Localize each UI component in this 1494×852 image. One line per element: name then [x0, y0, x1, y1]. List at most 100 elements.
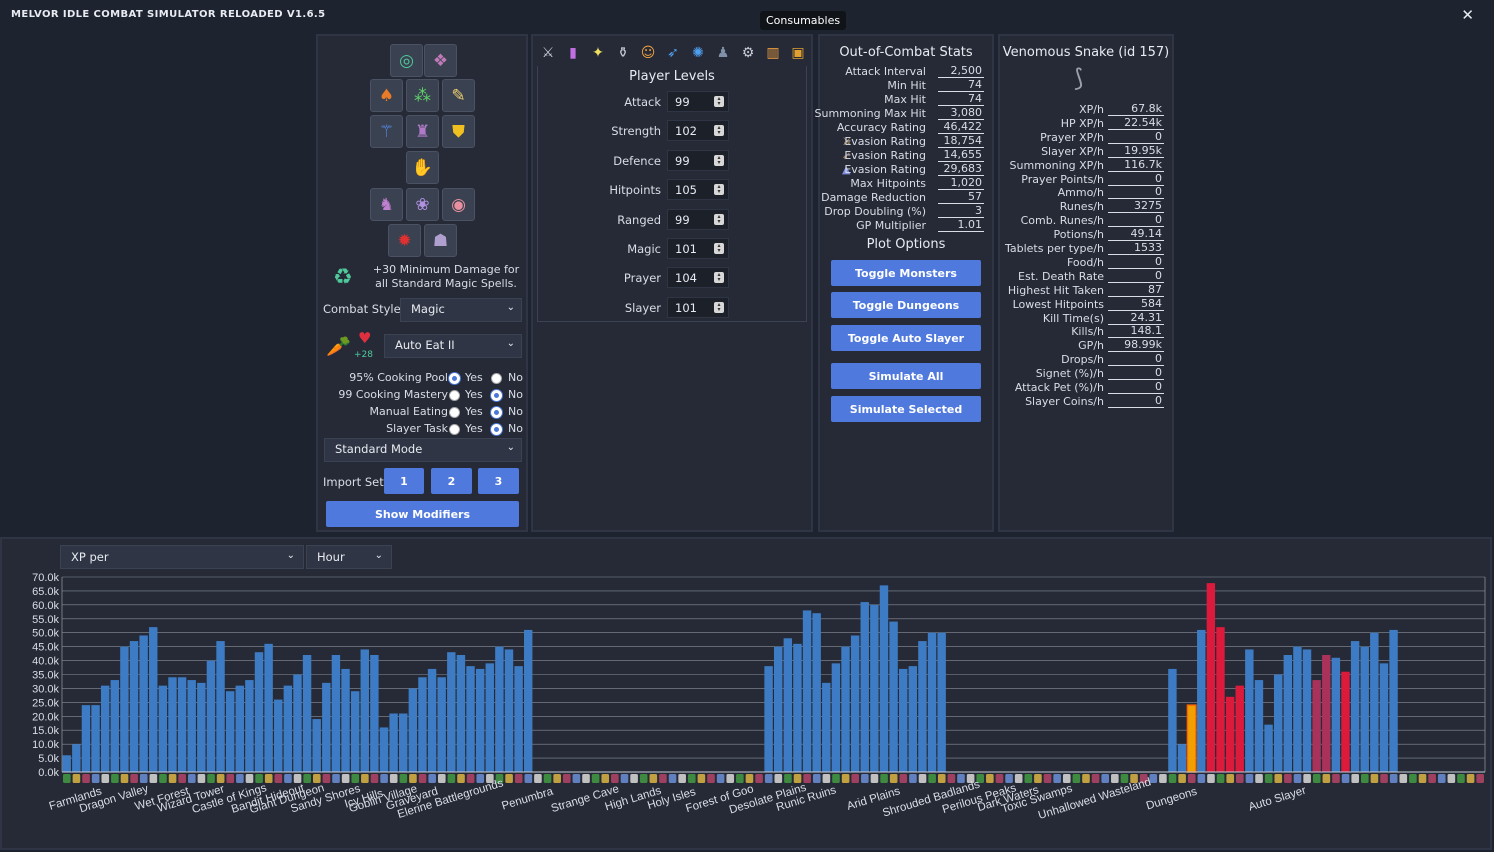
amulet-icon[interactable]: ⁂: [406, 79, 439, 112]
bar[interactable]: [331, 655, 341, 772]
bar[interactable]: [514, 666, 523, 772]
bar[interactable]: [524, 629, 533, 772]
bar[interactable]: [322, 682, 331, 772]
bar[interactable]: [466, 666, 475, 772]
bar[interactable]: [831, 663, 841, 772]
combat-swords-icon[interactable]: ⚔: [537, 42, 559, 64]
bar[interactable]: [764, 666, 773, 772]
bar[interactable]: [1389, 629, 1398, 772]
pet-cat-icon[interactable]: ☺: [637, 42, 659, 64]
bar[interactable]: [379, 727, 389, 772]
bar[interactable]: [437, 677, 446, 772]
bar[interactable]: [149, 627, 158, 772]
radio-yes[interactable]: [449, 407, 460, 418]
radio-no[interactable]: [491, 390, 502, 401]
cape-icon[interactable]: ♠: [370, 79, 403, 112]
bar[interactable]: [1283, 655, 1293, 772]
hat-icon[interactable]: ♟: [712, 42, 734, 64]
body-armour-icon[interactable]: ♜: [406, 115, 439, 148]
bar[interactable]: [129, 641, 139, 772]
statistics-chart-icon[interactable]: ▥: [762, 42, 784, 64]
game-mode-select[interactable]: Standard Mode ⌄: [324, 438, 522, 462]
skill-level-input[interactable]: 99 ▴ ▾: [667, 208, 729, 230]
bar[interactable]: [812, 613, 821, 772]
bar[interactable]: [81, 705, 91, 772]
bar[interactable]: [908, 666, 918, 772]
radio-yes[interactable]: [449, 373, 460, 384]
shield-icon[interactable]: ⛊: [442, 115, 475, 148]
simulate-all-button[interactable]: Simulate All: [831, 363, 981, 389]
bar[interactable]: [1379, 663, 1389, 772]
bar[interactable]: [841, 646, 850, 772]
legs-icon[interactable]: ♞: [370, 188, 403, 221]
bar[interactable]: [793, 643, 802, 772]
skill-level-input[interactable]: 101 ▴ ▾: [667, 238, 729, 259]
bar[interactable]: [341, 668, 350, 772]
import-set-3-button[interactable]: 3: [478, 468, 519, 494]
spinner-icon[interactable]: ▴ ▾: [714, 272, 724, 284]
summon-familiar-2-icon[interactable]: ☗: [424, 224, 457, 257]
skill-level-input[interactable]: 105 ▴ ▾: [667, 179, 729, 201]
agility-icon[interactable]: ➶: [662, 42, 684, 64]
bar[interactable]: [822, 682, 831, 772]
bar[interactable]: [1350, 641, 1360, 772]
bar[interactable]: [774, 646, 783, 772]
skill-level-input[interactable]: 104 ▴ ▾: [667, 267, 729, 289]
skill-level-input[interactable]: 99 ▴ ▾: [667, 91, 729, 112]
bar[interactable]: [802, 610, 812, 772]
bar[interactable]: [427, 668, 437, 772]
bar[interactable]: [158, 685, 168, 772]
scroll-icon[interactable]: ✎: [442, 79, 475, 112]
toggle-auto-slayer-button[interactable]: Toggle Auto Slayer: [831, 325, 981, 351]
bar[interactable]: [1331, 657, 1341, 772]
bar[interactable]: [177, 677, 187, 772]
bar[interactable]: [1197, 629, 1206, 772]
skill-level-input[interactable]: 101 ▴ ▾: [667, 296, 729, 318]
toggle-dungeons-button[interactable]: Toggle Dungeons: [831, 292, 981, 318]
bar[interactable]: [1264, 724, 1273, 772]
bar[interactable]: [110, 680, 119, 772]
bar[interactable]: [898, 668, 908, 772]
bar[interactable]: [370, 655, 379, 772]
bar[interactable]: [168, 677, 177, 772]
bar[interactable]: [100, 685, 110, 772]
bar[interactable]: [1235, 685, 1244, 772]
bar[interactable]: [1322, 655, 1331, 772]
bar[interactable]: [485, 663, 494, 772]
bar[interactable]: [389, 713, 398, 773]
bar[interactable]: [1245, 649, 1254, 772]
bar[interactable]: [1225, 696, 1235, 772]
simulate-selected-button[interactable]: Simulate Selected: [831, 396, 981, 422]
bar[interactable]: [274, 699, 283, 772]
bar[interactable]: [1273, 674, 1283, 773]
summon-familiar-1-icon[interactable]: ✹: [388, 224, 421, 257]
ring-green-icon[interactable]: ◎: [390, 44, 423, 77]
bar[interactable]: [1254, 680, 1264, 772]
bar[interactable]: [254, 652, 264, 772]
helmet-icon[interactable]: ❖: [424, 44, 457, 77]
radio-yes[interactable]: [449, 424, 460, 435]
bar[interactable]: [91, 705, 100, 772]
toggle-monsters-button[interactable]: Toggle Monsters: [831, 260, 981, 286]
bar[interactable]: [1186, 704, 1197, 773]
bar[interactable]: [187, 680, 196, 772]
ring-icon[interactable]: ◉: [442, 188, 475, 221]
bar[interactable]: [312, 719, 321, 772]
bar[interactable]: [418, 677, 427, 772]
plot-metric-select[interactable]: XP per ⌄: [60, 545, 304, 569]
bar[interactable]: [1302, 649, 1312, 772]
bar[interactable]: [1177, 744, 1187, 772]
radio-no[interactable]: [491, 407, 502, 418]
bar[interactable]: [139, 635, 148, 773]
bar[interactable]: [850, 635, 860, 773]
bar[interactable]: [495, 646, 504, 772]
bar[interactable]: [293, 674, 302, 773]
bar[interactable]: [216, 641, 225, 772]
bar[interactable]: [245, 680, 254, 772]
bar[interactable]: [1360, 646, 1369, 772]
spinner-icon[interactable]: ▴ ▾: [714, 213, 724, 225]
bar[interactable]: [1312, 680, 1321, 772]
bar[interactable]: [206, 660, 216, 772]
bar[interactable]: [225, 691, 235, 772]
settings-gear-icon[interactable]: ⚙: [737, 42, 759, 64]
